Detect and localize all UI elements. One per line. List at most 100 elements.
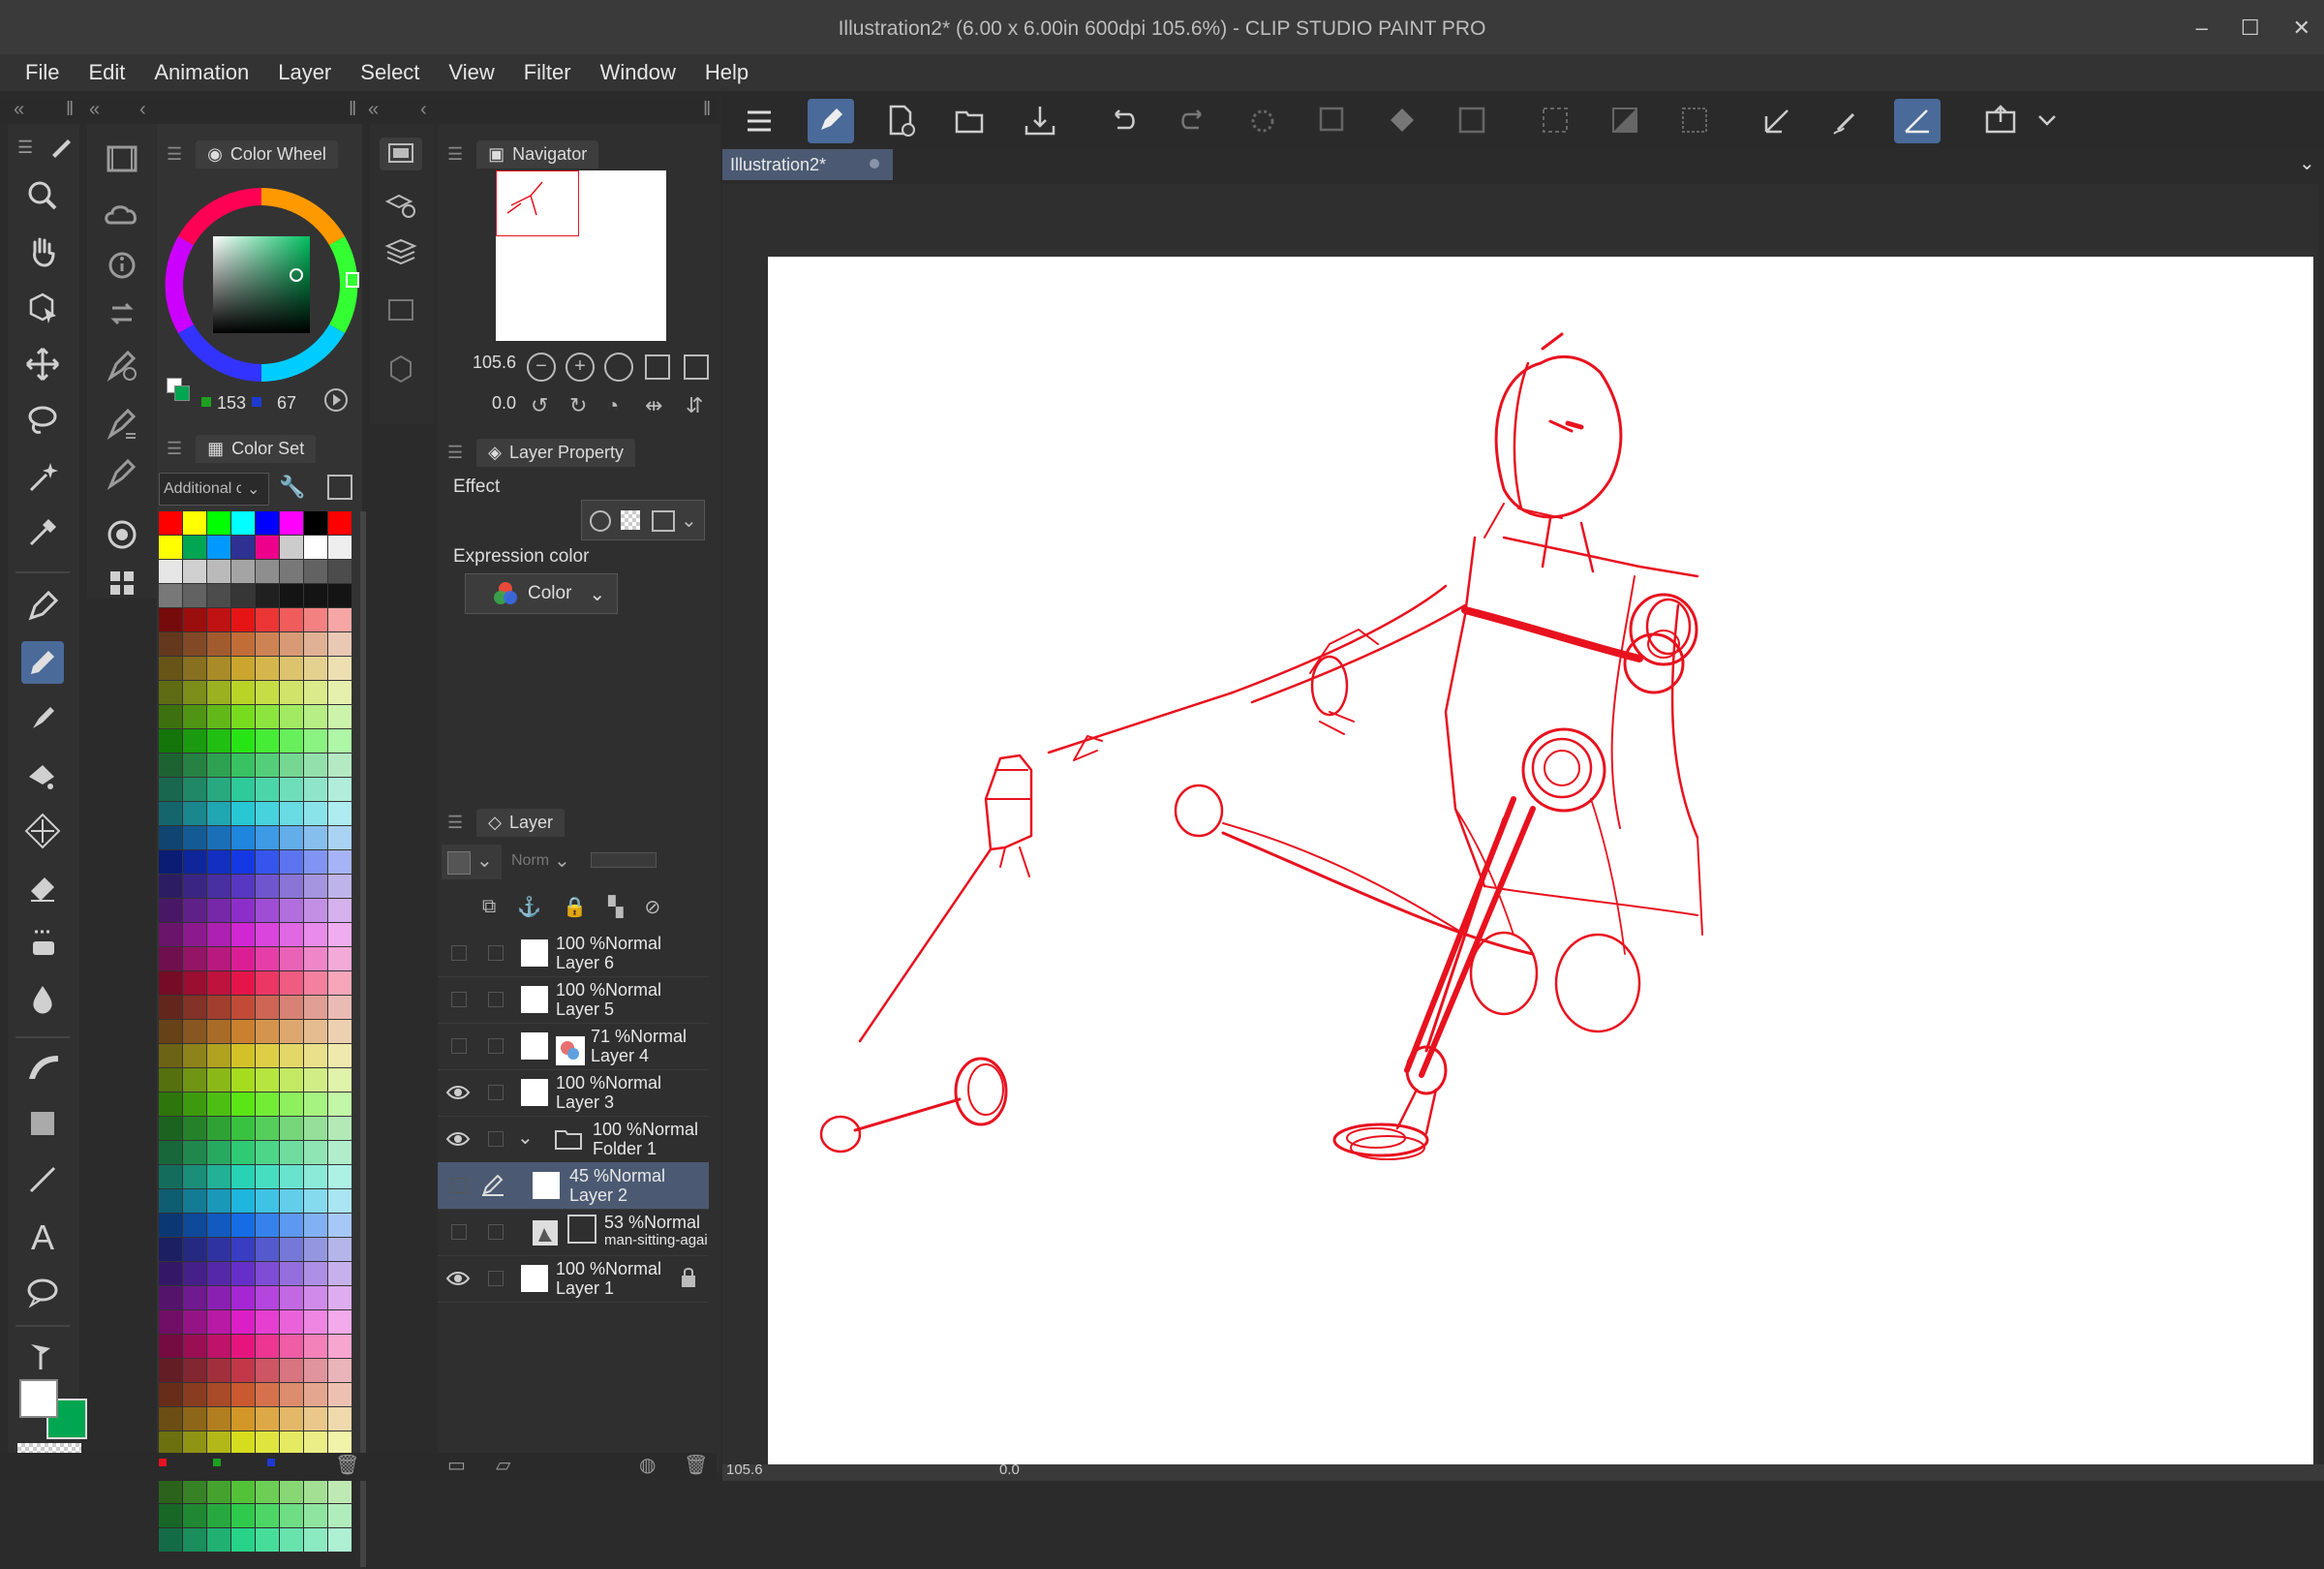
color-swatch[interactable]: [256, 1335, 279, 1358]
color-swatch[interactable]: [328, 826, 352, 849]
color-swatch[interactable]: [256, 1286, 279, 1309]
color-swatch[interactable]: [183, 1165, 206, 1188]
zoom-tool-icon[interactable]: [21, 174, 64, 217]
color-swatch[interactable]: [256, 608, 279, 631]
edit-lock-toggle[interactable]: [488, 1085, 504, 1100]
color-swatch[interactable]: [231, 536, 255, 559]
menu-animation[interactable]: Animation: [154, 60, 249, 85]
color-swatch[interactable]: [328, 511, 352, 535]
color-swatch[interactable]: [183, 632, 206, 656]
color-swatch[interactable]: [280, 778, 303, 801]
color-swatch[interactable]: [256, 1141, 279, 1164]
color-swatch[interactable]: [231, 1214, 255, 1237]
move-tool-icon[interactable]: [21, 343, 64, 385]
color-swatch[interactable]: [231, 826, 255, 849]
color-swatch[interactable]: [207, 850, 230, 874]
color-swatch[interactable]: [231, 1238, 255, 1261]
color-swatch[interactable]: [183, 1238, 206, 1261]
color-swatch[interactable]: [159, 511, 182, 535]
color-swatch[interactable]: [207, 899, 230, 922]
color-swatch[interactable]: [231, 632, 255, 656]
menu-window[interactable]: Window: [600, 60, 676, 85]
color-swatch[interactable]: [328, 1528, 352, 1552]
color-swatch[interactable]: [207, 1504, 230, 1527]
color-swatch[interactable]: [231, 1044, 255, 1067]
layer-search-strip-icon[interactable]: [380, 186, 422, 225]
visibility-toggle[interactable]: [451, 945, 467, 961]
color-swatch[interactable]: [280, 1214, 303, 1237]
flip-vertical-icon[interactable]: ⇵: [686, 393, 703, 418]
color-swatch[interactable]: [256, 971, 279, 995]
color-swatch[interactable]: [231, 1383, 255, 1406]
color-swatch[interactable]: [280, 536, 303, 559]
color-swatch[interactable]: [207, 1189, 230, 1213]
undo-icon[interactable]: [1100, 99, 1147, 143]
zoom-value[interactable]: 105.6: [473, 353, 516, 373]
color-swatch[interactable]: [280, 1020, 303, 1043]
color-swatch[interactable]: [183, 802, 206, 825]
sub-tool-detail-icon[interactable]: [97, 341, 147, 391]
visibility-toggle[interactable]: [451, 1178, 467, 1193]
color-swatch[interactable]: [159, 1238, 182, 1261]
color-swatch[interactable]: [231, 511, 255, 535]
zoom-in-icon[interactable]: +: [566, 353, 595, 382]
color-swatch[interactable]: [304, 996, 327, 1019]
visibility-toggle[interactable]: [451, 1224, 467, 1240]
color-swatch[interactable]: [159, 1189, 182, 1213]
color-swatch[interactable]: [256, 1189, 279, 1213]
color-swatch[interactable]: [256, 657, 279, 680]
edit-lock-toggle[interactable]: [488, 945, 504, 961]
color-swatch[interactable]: [328, 1020, 352, 1043]
color-mode-icon[interactable]: [323, 387, 349, 413]
chevron-down-icon[interactable]: ⌄: [517, 1125, 534, 1150]
color-swatch[interactable]: [159, 1141, 182, 1164]
color-swatch[interactable]: [231, 802, 255, 825]
color-swatch[interactable]: [304, 1504, 327, 1527]
color-swatch[interactable]: [280, 899, 303, 922]
color-swatch[interactable]: [328, 1262, 352, 1285]
color-swatch[interactable]: [328, 778, 352, 801]
main-color-swatch[interactable]: [19, 1379, 58, 1418]
reset-rotation-icon[interactable]: ◔: [606, 393, 619, 418]
color-swatch[interactable]: [304, 1359, 327, 1382]
color-swatch[interactable]: [256, 850, 279, 874]
color-swatch[interactable]: [207, 1238, 230, 1261]
mask-add-icon[interactable]: ◍: [639, 1453, 656, 1477]
color-swatch[interactable]: [304, 923, 327, 946]
folder-row[interactable]: ⌄ 100 %Normal Folder 1: [438, 1116, 709, 1163]
color-swatch[interactable]: [328, 1480, 352, 1503]
color-swatch[interactable]: [328, 1238, 352, 1261]
color-swatch[interactable]: [183, 681, 206, 704]
color-swatch[interactable]: [304, 536, 327, 559]
airbrush-tool-icon[interactable]: [21, 754, 64, 796]
border-effect-icon[interactable]: [590, 510, 611, 532]
color-swatch[interactable]: [231, 1020, 255, 1043]
color-swatch[interactable]: [183, 947, 206, 970]
color-swatch[interactable]: [207, 1528, 230, 1552]
close-tab-icon[interactable]: [870, 159, 879, 169]
lock-icon[interactable]: 🔒: [563, 895, 587, 919]
color-swatch[interactable]: [183, 1286, 206, 1309]
color-swatch[interactable]: [183, 1020, 206, 1043]
color-swatch[interactable]: [207, 1165, 230, 1188]
snap-special-ruler-icon[interactable]: [1824, 99, 1871, 143]
color-swatch[interactable]: [183, 584, 206, 607]
color-swatch[interactable]: [256, 1359, 279, 1382]
color-swatch[interactable]: [159, 1286, 182, 1309]
color-swatch[interactable]: [231, 1504, 255, 1527]
color-swatch[interactable]: [256, 729, 279, 753]
color-swatch[interactable]: [256, 1092, 279, 1116]
color-swatch[interactable]: [304, 850, 327, 874]
color-swatch[interactable]: [183, 996, 206, 1019]
color-swatch[interactable]: [256, 875, 279, 898]
pencil-tool-icon[interactable]: [21, 641, 64, 684]
color-swatch[interactable]: [304, 608, 327, 631]
color-swatch[interactable]: [159, 996, 182, 1019]
color-swatch[interactable]: [183, 1383, 206, 1406]
fill-tool-icon[interactable]: [21, 978, 64, 1021]
fit-navigator-icon[interactable]: [645, 354, 670, 380]
color-swatch[interactable]: [328, 1092, 352, 1116]
redo-icon[interactable]: [1170, 99, 1216, 143]
mask-icon[interactable]: ⊘: [644, 895, 660, 919]
color-swatch-grid[interactable]: [159, 511, 354, 1569]
